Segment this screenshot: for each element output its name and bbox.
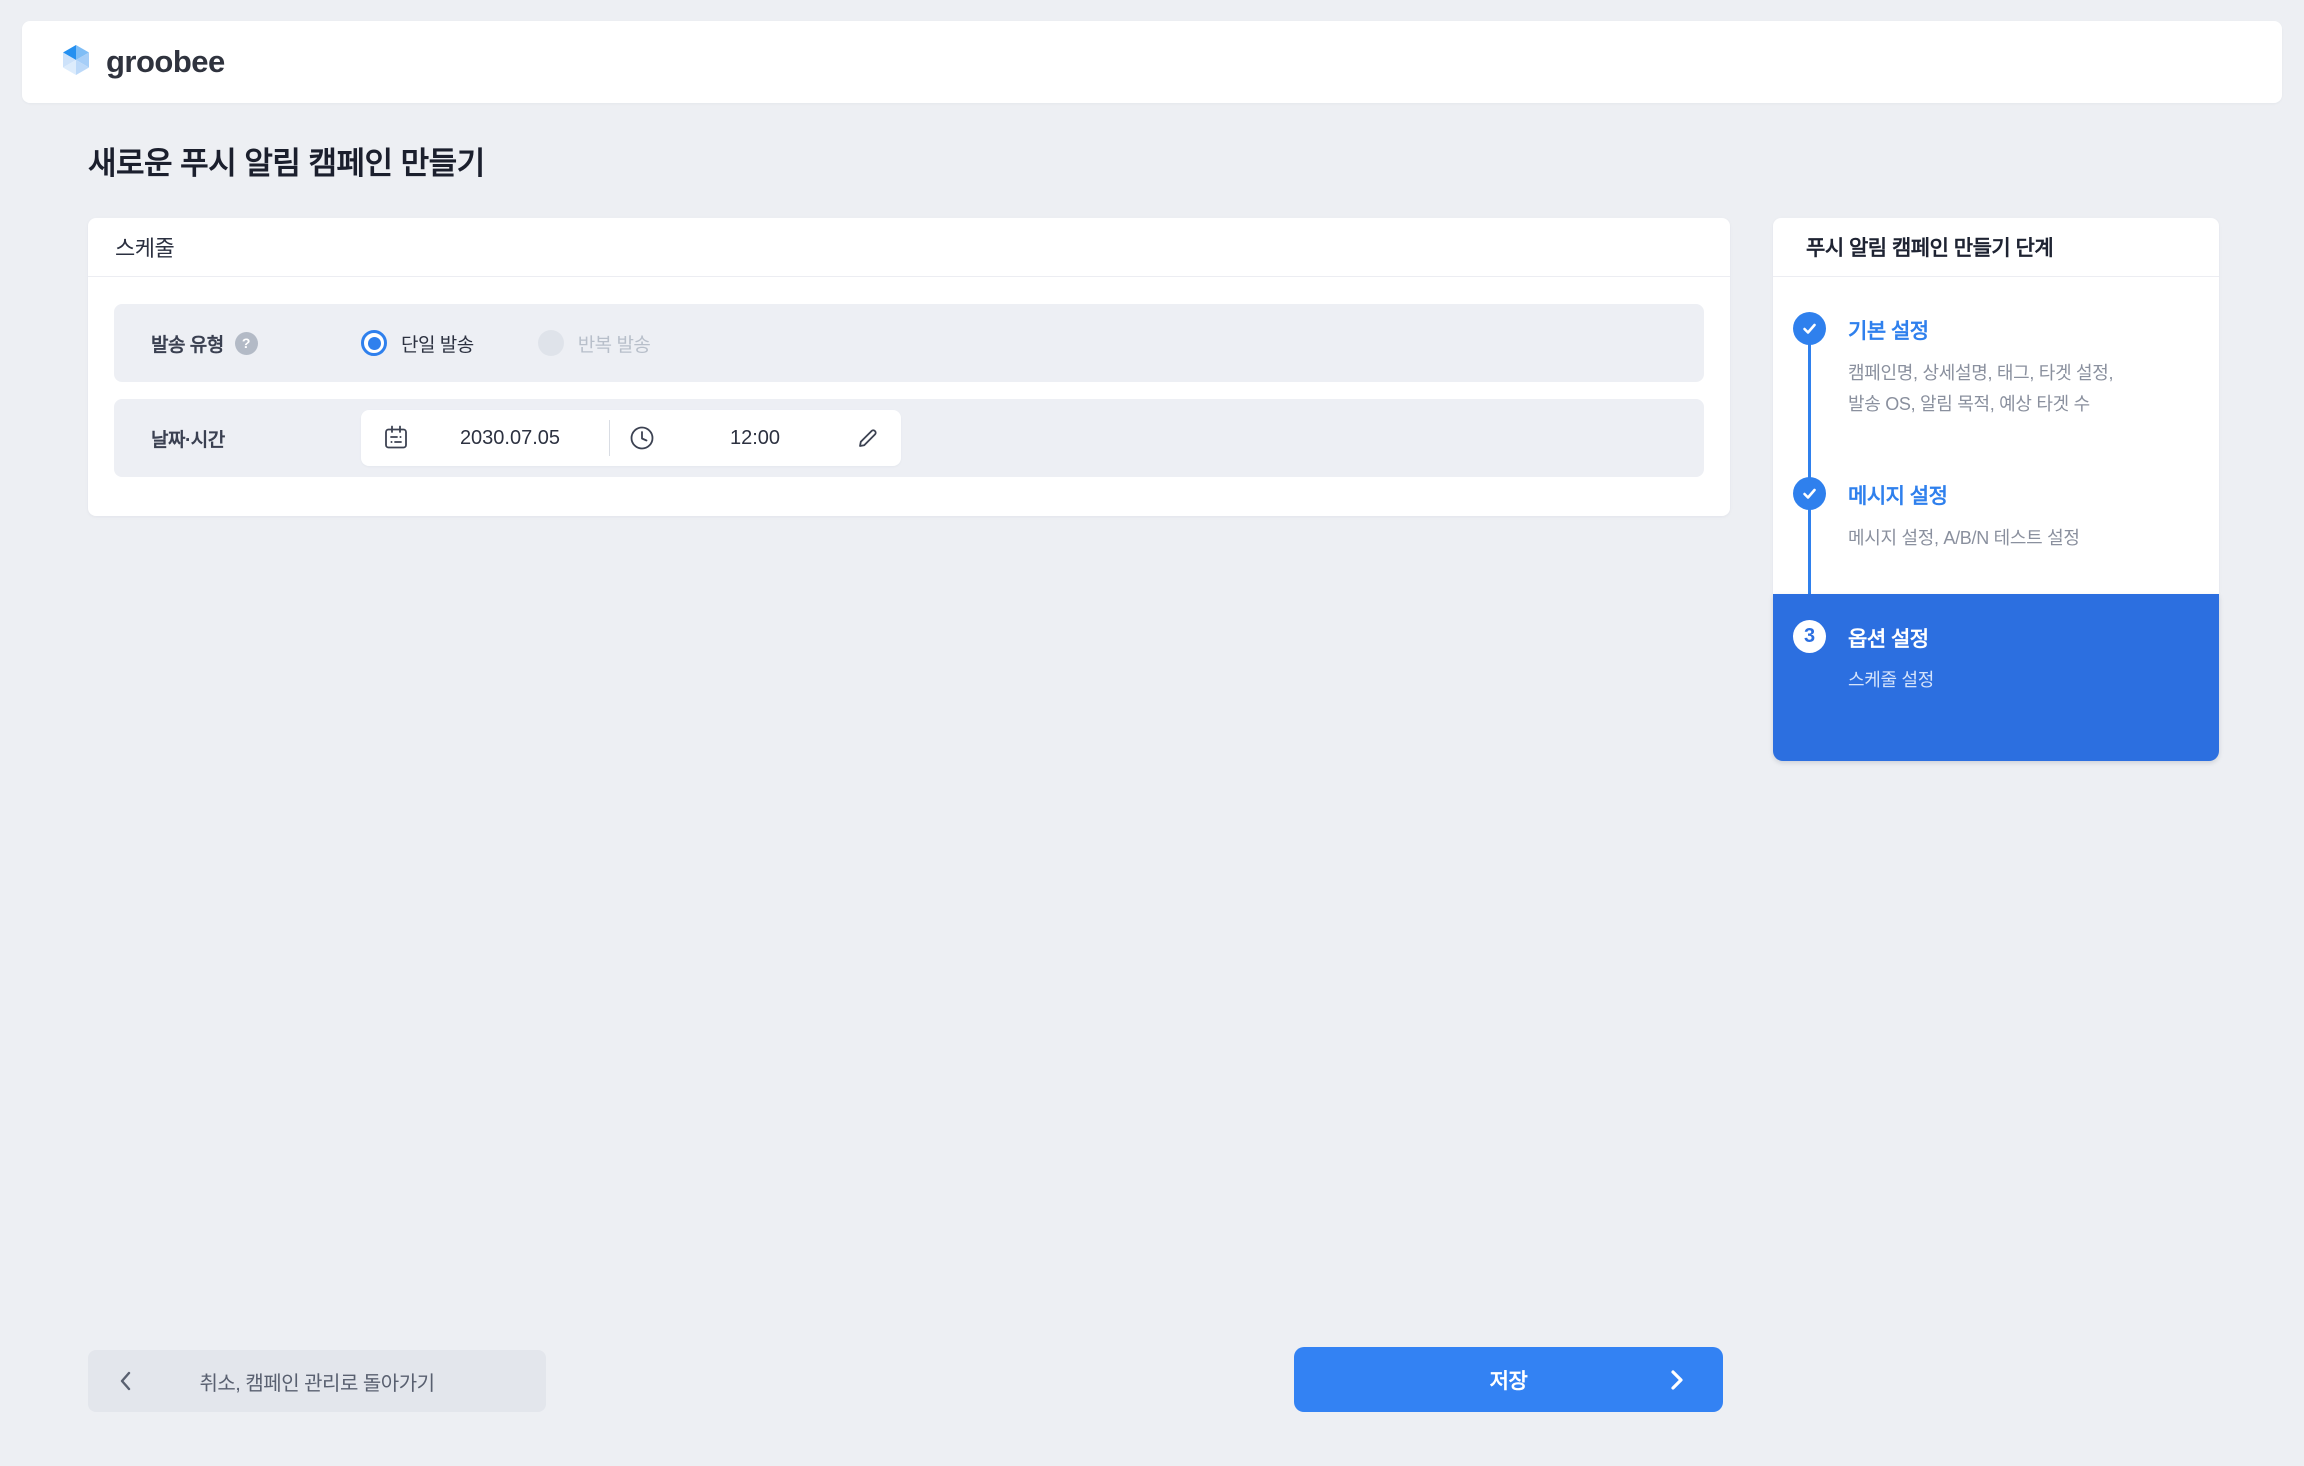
send-type-radio-group: 단일 발송 반복 발송 [361, 330, 650, 357]
save-button-label: 저장 [1490, 1365, 1528, 1395]
radio-repeat-send[interactable]: 반복 발송 [538, 330, 651, 357]
step2-description: 메시지 설정, A/B/N 테스트 설정 [1848, 523, 2080, 554]
send-type-row: 발송 유형 ? 단일 발송 반복 발송 [114, 304, 1704, 382]
save-button[interactable]: 저장 [1294, 1347, 1723, 1412]
help-icon[interactable]: ? [235, 332, 258, 355]
cancel-button-label: 취소, 캠페인 관리로 돌아가기 [199, 1367, 434, 1396]
step-basic-settings[interactable]: 기본 설정 캠페인명, 상세설명, 태그, 타겟 설정, 발송 OS, 알림 목… [1793, 312, 2199, 420]
datetime-divider [609, 420, 610, 456]
send-type-label: 발송 유형 [151, 330, 224, 357]
page-title: 새로운 푸시 알림 캠페인 만들기 [88, 138, 485, 183]
steps-sidebar: 푸시 알림 캠페인 만들기 단계 기본 설정 캠페인명, 상세설명, 태그, 타… [1773, 218, 2219, 761]
brand-logo[interactable]: groobee [56, 42, 225, 82]
clock-icon [628, 424, 656, 452]
steps-list: 기본 설정 캠페인명, 상세설명, 태그, 타겟 설정, 발송 OS, 알림 목… [1773, 277, 2219, 594]
edit-pencil-icon[interactable] [854, 425, 881, 452]
step2-title[interactable]: 메시지 설정 [1848, 480, 2080, 510]
radio-single-send-label[interactable]: 단일 발송 [401, 330, 474, 357]
top-header-bar: groobee [22, 21, 2282, 103]
step3-number-badge: 3 [1793, 620, 1826, 653]
step1-description: 캠페인명, 상세설명, 태그, 타겟 설정, 발송 OS, 알림 목적, 예상 … [1848, 358, 2113, 420]
datetime-label-wrap: 날짜·시간 [151, 425, 361, 452]
datetime-label: 날짜·시간 [151, 425, 225, 452]
step2-check-icon [1793, 477, 1826, 510]
radio-selected-icon[interactable] [361, 330, 387, 356]
steps-panel-title: 푸시 알림 캠페인 만들기 단계 [1773, 218, 2219, 277]
datetime-picker[interactable]: 2030.07.05 12:00 [361, 410, 901, 466]
step-option-settings-active[interactable]: 3 옵션 설정 스케줄 설정 [1773, 594, 2219, 761]
step3-number: 3 [1804, 625, 1815, 648]
step1-check-icon [1793, 312, 1826, 345]
schedule-card-header: 스케줄 [88, 218, 1730, 277]
step-message-settings[interactable]: 메시지 설정 메시지 설정, A/B/N 테스트 설정 [1793, 477, 2199, 554]
schedule-card-body: 발송 유형 ? 단일 발송 반복 발송 날짜·시간 [88, 277, 1730, 477]
chevron-right-icon [1667, 1367, 1687, 1393]
steps-panel: 푸시 알림 캠페인 만들기 단계 기본 설정 캠페인명, 상세설명, 태그, 타… [1773, 218, 2219, 594]
radio-repeat-send-label: 반복 발송 [578, 330, 651, 357]
time-value[interactable]: 12:00 [656, 427, 854, 450]
schedule-card: 스케줄 발송 유형 ? 단일 발송 반복 발송 날짜·시간 [88, 218, 1730, 516]
step3-title: 옵션 설정 [1848, 623, 1934, 653]
chevron-left-icon [116, 1369, 136, 1393]
groobee-cube-icon [56, 42, 96, 82]
date-value[interactable]: 2030.07.05 [411, 427, 609, 450]
radio-disabled-icon [538, 330, 564, 356]
datetime-row: 날짜·시간 2030.07.05 12:00 [114, 399, 1704, 477]
brand-name: groobee [106, 44, 225, 80]
step3-description: 스케줄 설정 [1848, 665, 1934, 696]
step1-title[interactable]: 기본 설정 [1848, 315, 2113, 345]
calendar-icon [381, 423, 411, 453]
cancel-button[interactable]: 취소, 캠페인 관리로 돌아가기 [88, 1350, 546, 1412]
radio-single-send[interactable]: 단일 발송 [361, 330, 474, 357]
send-type-label-wrap: 발송 유형 ? [151, 330, 361, 357]
